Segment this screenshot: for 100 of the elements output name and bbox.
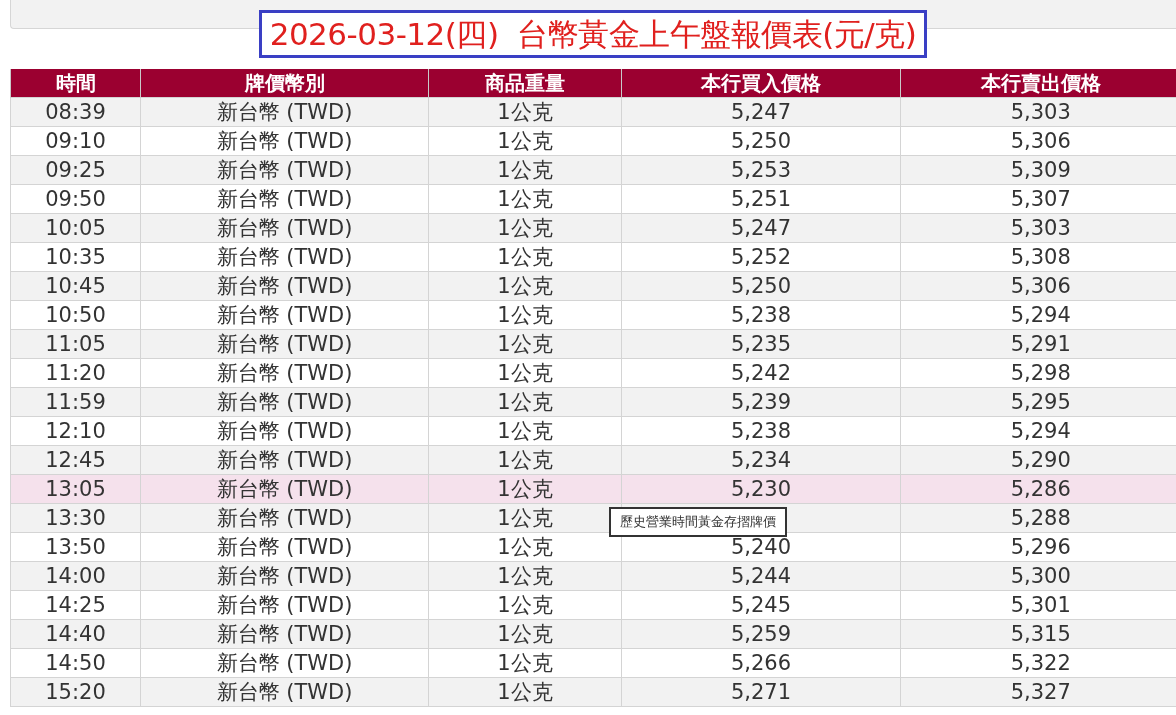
table-cell: 1公克 [497,506,553,530]
table-row[interactable]: 14:50 新台幣 (TWD) 1公克 5,266 5,322 [10,648,1176,678]
table-cell: 5,250 [730,274,792,298]
table-cell: 新台幣 (TWD) [216,100,353,124]
table-cell: 10:35 [45,245,106,269]
table-row[interactable]: 10:45 新台幣 (TWD) 1公克 5,250 5,306 [10,271,1176,301]
table-cell: 5,322 [1010,651,1071,675]
table-cell: 5,301 [1010,593,1071,617]
table-cell: 新台幣 (TWD) [216,622,353,646]
table-cell: 5,288 [1010,506,1071,530]
table-cell: 5,294 [1010,303,1071,327]
table-cell: 5,306 [1010,274,1071,298]
table-cell: 11:20 [45,361,106,385]
table-row[interactable]: 15:20 新台幣 (TWD) 1公克 5,271 5,327 [10,677,1176,707]
table-cell: 5,294 [1010,419,1071,443]
table-cell: 1公克 [497,129,553,153]
table-cell: 5,253 [730,158,792,182]
table-cell: 5,244 [730,564,792,588]
table-row[interactable]: 14:25 新台幣 (TWD) 1公克 5,245 5,301 [10,590,1176,620]
column-header: 本行買入價格 [621,69,901,98]
table-cell: 5,259 [730,622,792,646]
table-cell: 5,300 [1010,564,1071,588]
table-cell: 14:40 [45,622,106,646]
table-cell: 1公克 [497,419,553,443]
table-cell: 1公克 [497,158,553,182]
table-cell: 新台幣 (TWD) [216,245,353,269]
table-cell: 12:10 [45,419,106,443]
table-cell: 5,306 [1010,129,1071,153]
tooltip: 歷史營業時間黃金存摺牌價 [609,507,787,537]
table-cell: 12:45 [45,448,106,472]
column-header: 商品重量 [428,69,622,98]
table-cell: 5,296 [1010,535,1071,559]
table-cell: 新台幣 (TWD) [216,274,353,298]
table-cell: 新台幣 (TWD) [216,361,353,385]
table-cell: 新台幣 (TWD) [216,187,353,211]
table-cell: 5,308 [1010,245,1071,269]
table-cell: 1公克 [497,651,553,675]
table-cell: 1公克 [497,477,553,501]
table-row[interactable]: 14:40 新台幣 (TWD) 1公克 5,259 5,315 [10,619,1176,649]
table-cell: 5,271 [730,680,792,704]
table-cell: 1公克 [497,448,553,472]
table-cell: 5,250 [730,129,792,153]
table-cell: 5,239 [730,390,792,414]
table-cell: 新台幣 (TWD) [216,593,353,617]
table-cell: 5,298 [1010,361,1071,385]
table-cell: 5,303 [1010,216,1071,240]
table-cell: 1公克 [497,274,553,298]
table-row[interactable]: 09:25 新台幣 (TWD) 1公克 5,253 5,309 [10,155,1176,185]
table-cell: 09:50 [45,187,106,211]
table-row[interactable]: 11:20 新台幣 (TWD) 1公克 5,242 5,298 [10,358,1176,388]
table-row[interactable]: 13:50 新台幣 (TWD) 1公克 5,240 5,296 [10,532,1176,562]
table-cell: 新台幣 (TWD) [216,216,353,240]
table-cell: 新台幣 (TWD) [216,303,353,327]
table-cell: 09:10 [45,129,106,153]
table-cell: 1公克 [497,361,553,385]
table-cell: 5,230 [730,477,792,501]
table-cell: 5,235 [730,332,792,356]
table-cell: 5,245 [730,593,792,617]
table-cell: 1公克 [497,187,553,211]
table-row[interactable]: 08:39 新台幣 (TWD) 1公克 5,247 5,303 [10,97,1176,127]
table-cell: 11:05 [45,332,106,356]
table-cell: 1公克 [497,303,553,327]
table-cell: 10:45 [45,274,106,298]
table-cell: 5,234 [730,448,792,472]
table-cell: 1公克 [497,332,553,356]
table-row[interactable]: 12:45 新台幣 (TWD) 1公克 5,234 5,290 [10,445,1176,475]
table-cell: 新台幣 (TWD) [216,680,353,704]
table-cell: 5,252 [730,245,792,269]
table-cell: 15:20 [45,680,106,704]
table-cell: 新台幣 (TWD) [216,506,353,530]
table-cell: 新台幣 (TWD) [216,332,353,356]
table-cell: 新台幣 (TWD) [216,564,353,588]
table-row[interactable]: 14:00 新台幣 (TWD) 1公克 5,244 5,300 [10,561,1176,591]
column-header: 牌價幣別 [140,69,429,98]
table-cell: 5,238 [730,303,792,327]
table-row[interactable]: 09:50 新台幣 (TWD) 1公克 5,251 5,307 [10,184,1176,214]
table-row[interactable]: 10:35 新台幣 (TWD) 1公克 5,252 5,308 [10,242,1176,272]
table-cell: 新台幣 (TWD) [216,651,353,675]
table-cell: 5,247 [730,100,792,124]
table-row[interactable]: 12:10 新台幣 (TWD) 1公克 5,238 5,294 [10,416,1176,446]
table-row[interactable]: 10:50 新台幣 (TWD) 1公克 5,238 5,294 [10,300,1176,330]
table-cell: 09:25 [45,158,106,182]
table-cell: 1公克 [497,535,553,559]
table-row[interactable]: 09:10 新台幣 (TWD) 1公克 5,250 5,306 [10,126,1176,156]
page-title: 2026-03-12(四) 台幣黃金上午盤報價表(元/克) [258,10,928,58]
highlighted-row[interactable]: 13:05 新台幣 (TWD) 1公克 5,230 5,286 [10,474,1176,504]
table-cell: 1公克 [497,390,553,414]
table-row[interactable]: 11:05 新台幣 (TWD) 1公克 5,235 5,291 [10,329,1176,359]
table-cell: 新台幣 (TWD) [216,477,353,501]
table-cell: 5,309 [1010,158,1071,182]
table-cell: 1公克 [497,100,553,124]
table-row[interactable]: 11:59 新台幣 (TWD) 1公克 5,239 5,295 [10,387,1176,417]
table-cell: 5,307 [1010,187,1071,211]
table-row[interactable]: 10:05 新台幣 (TWD) 1公克 5,247 5,303 [10,213,1176,243]
table-cell: 14:50 [45,651,106,675]
table-cell: 1公克 [497,245,553,269]
table-cell: 1公克 [497,216,553,240]
table-cell: 13:50 [45,535,106,559]
table-cell: 10:05 [45,216,106,240]
table-cell: 新台幣 (TWD) [216,448,353,472]
